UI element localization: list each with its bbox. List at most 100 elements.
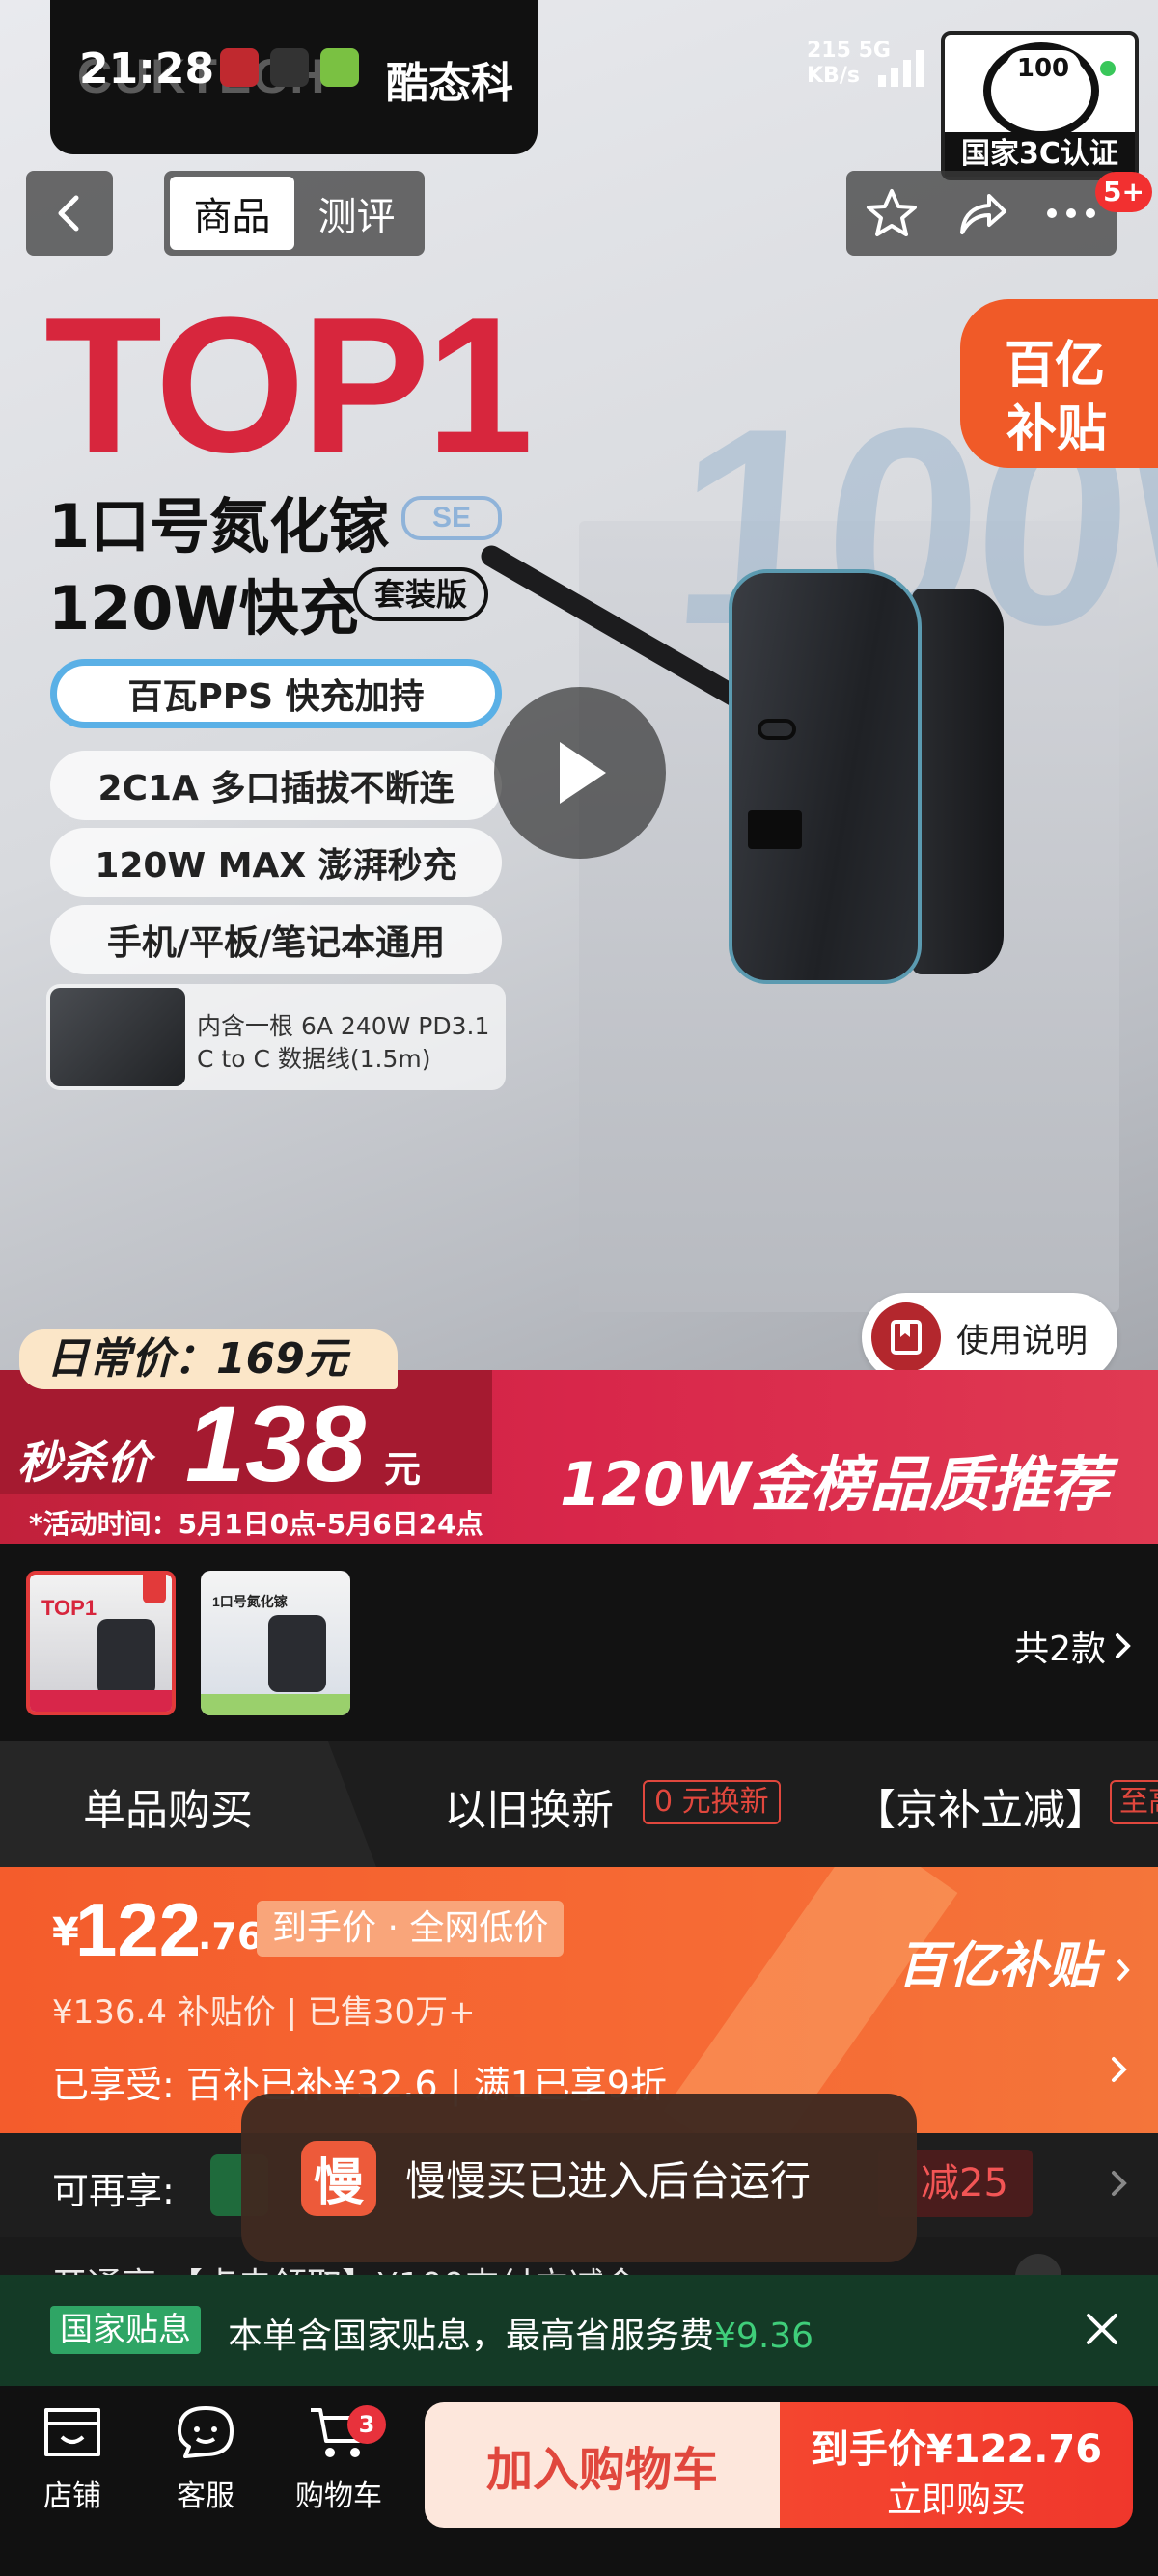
buy-now-button[interactable]: 到手价¥122.76 立即购买 <box>780 2402 1133 2528</box>
usb-c-port-graphic <box>758 719 796 740</box>
product-subtitle: 1口号氮化镓 <box>48 491 390 562</box>
billion-subsidy-brand[interactable]: 百亿补贴 <box>897 1925 1131 1997</box>
chevron-right-icon[interactable] <box>1110 2169 1129 2198</box>
trade-in-chip: 0 元换新 <box>643 1780 781 1824</box>
cable-info-box: 内含一根 6A 240W PD3.1 C to C 数据线(1.5m) <box>46 984 506 1090</box>
star-icon <box>866 189 917 236</box>
price-integer: 122 <box>75 1887 202 1972</box>
customer-service-button[interactable]: 客服 <box>152 2402 259 2514</box>
tab-product[interactable]: 商品 <box>170 177 294 250</box>
add-to-cart-button[interactable]: 加入购物车 <box>425 2402 780 2528</box>
subsidy-chip: 至高 <box>1110 1780 1158 1824</box>
charger-graphic <box>729 569 922 984</box>
variant-thumb-1-title: TOP1 <box>41 1596 97 1620</box>
feature-pill-3: 120W MAX 澎湃秒充 <box>50 828 502 897</box>
interest-subsidy-message: 本单含国家贴息，最高省服务费 <box>228 2316 715 2356</box>
feature-pill-2: 2C1A 多口插拔不断连 <box>50 751 502 820</box>
book-icon <box>871 1302 941 1372</box>
variant-thumb-2[interactable]: 1口号氮化镓 <box>201 1571 350 1715</box>
subsidy-corner-badge: 百亿 补贴 <box>960 299 1158 468</box>
chevron-left-icon <box>58 195 79 232</box>
cable-image <box>50 988 185 1086</box>
cart-count-badge: 3 <box>347 2405 386 2444</box>
header-tab-switch: 商品 测评 <box>164 171 425 256</box>
partner-logo-icon-2 <box>270 48 309 87</box>
battery-icon: 100 <box>1006 50 1081 87</box>
usb-a-port-graphic <box>748 810 802 849</box>
flash-sale-unit: 元 <box>384 1448 422 1491</box>
manual-label: 使用说明 <box>956 1321 1088 1360</box>
variant-thumb-1-bar <box>30 1690 172 1712</box>
interest-subsidy-amount: ¥9.36 <box>714 2316 814 2356</box>
feature-pill-4: 手机/平板/笔记本通用 <box>50 905 502 974</box>
close-icon[interactable] <box>1081 2308 1123 2350</box>
store-icon <box>44 2408 100 2456</box>
store-label: 店铺 <box>43 2480 101 2513</box>
variant-thumb-2-device <box>268 1615 326 1692</box>
status-time: 21:28 <box>79 44 215 94</box>
flash-sale-price: 138 <box>185 1384 366 1504</box>
chevron-right-icon[interactable] <box>1110 2055 1129 2084</box>
activity-time: *活动时间：5月1日0点-5月6日24点 <box>29 1508 483 1540</box>
manual-button[interactable]: 使用说明 <box>862 1293 1117 1382</box>
rank-title: TOP1 <box>44 278 534 493</box>
daily-price: 日常价：169元 <box>19 1329 398 1389</box>
flash-sale-label: 秒杀价 <box>17 1437 151 1489</box>
buy-now-price: 到手价¥122.76 <box>810 2427 1103 2472</box>
product-model: 120W快充 <box>48 573 359 644</box>
play-video-button[interactable] <box>494 687 666 859</box>
customer-service-label: 客服 <box>177 2480 234 2513</box>
chevron-right-icon <box>1116 1633 1131 1658</box>
toast-message: 慢慢买已进入后台运行 <box>405 2157 812 2205</box>
chevron-right-icon <box>1117 1959 1130 1982</box>
favorite-button[interactable] <box>853 175 930 252</box>
product-image-carousel[interactable]: 100W CUKTECH 酷态科 21:28 215 5G KB/s 国家3C认… <box>0 0 1158 1544</box>
subsidy-price-and-sales: ¥136.4 补贴价 | 已售30万+ <box>52 1993 476 2032</box>
speed-unit: KB/s <box>807 64 860 88</box>
tab-trade-in[interactable]: 以旧换新 <box>444 1775 614 1837</box>
subsidy-badge-line2: 补贴 <box>1006 400 1108 458</box>
header-actions <box>846 171 1117 256</box>
variant-count-label: 共2款 <box>1014 1630 1106 1669</box>
cart-label: 购物车 <box>295 2480 382 2513</box>
cable-info-line1: 内含一根 6A 240W PD3.1 <box>197 1012 490 1040</box>
interest-subsidy-tag: 国家贴息 <box>50 2306 201 2354</box>
tab-review[interactable]: 测评 <box>294 177 419 250</box>
variant-thumb-2-bar <box>201 1694 350 1715</box>
store-button[interactable]: 店铺 <box>19 2402 125 2514</box>
variant-thumb-2-title: 1口号氮化镓 <box>212 1594 288 1609</box>
tab-subsidy[interactable]: 【京补立减】 <box>853 1775 1108 1837</box>
price-decimal: .76 <box>198 1915 263 1958</box>
share-button[interactable] <box>943 175 1020 252</box>
back-button[interactable] <box>26 171 113 256</box>
promo-slogan: 120W金榜品质推荐 <box>560 1449 1110 1520</box>
interest-subsidy-text: 本单含国家贴息，最高省服务费¥9.36 <box>228 2308 813 2358</box>
more-dots-icon <box>1047 208 1096 218</box>
variant-selected-marker <box>143 1575 166 1603</box>
message-count-badge: 5+ <box>1095 172 1152 212</box>
brand-logo-cn: 酷态科 <box>386 59 513 108</box>
privacy-indicator-dot <box>1100 61 1116 76</box>
manmanmai-app-icon: 慢 <box>301 2140 376 2216</box>
share-icon <box>959 194 1006 234</box>
cable-info-line2: C to C 数据线(1.5m) <box>197 1045 431 1073</box>
play-icon <box>560 742 606 804</box>
extra-benefits-label: 可再享: <box>52 2170 175 2212</box>
feature-pill-1: 百瓦PPS 快充加持 <box>50 659 502 728</box>
partner-logo-icon <box>220 48 259 87</box>
variant-thumb-1[interactable]: TOP1 <box>26 1571 176 1715</box>
buy-now-label: 立即购买 <box>886 2480 1026 2520</box>
background-running-toast: 慢 慢慢买已进入后台运行 <box>241 2094 917 2262</box>
variant-count-button[interactable]: 共2款 <box>1014 1621 1133 1671</box>
brand-badges <box>220 48 359 87</box>
speed-value: 215 <box>807 39 851 63</box>
chat-bubble-icon <box>178 2406 234 2458</box>
variant-thumb-1-device <box>97 1619 155 1696</box>
charger-side-graphic <box>912 589 1004 974</box>
kit-tag: 套装版 <box>353 567 488 621</box>
tab-single-purchase[interactable]: 单品购买 <box>83 1775 253 1837</box>
billion-subsidy-label: 百亿补贴 <box>897 1937 1099 1995</box>
final-price-tag: 到手价 · 全网低价 <box>257 1901 565 1957</box>
partner-logo-icon-3 <box>320 48 359 87</box>
signal-icon <box>878 50 924 87</box>
